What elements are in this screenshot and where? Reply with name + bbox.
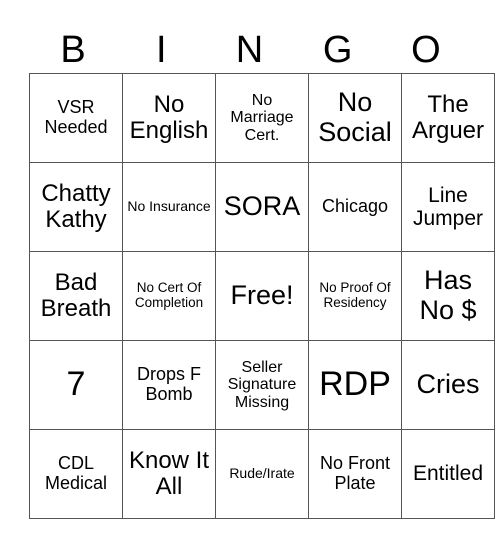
bingo-cell[interactable]: Chicago <box>308 162 402 252</box>
bingo-cell[interactable]: Entitled <box>401 429 495 519</box>
bingo-header: B I N G O <box>29 28 470 72</box>
bingo-cell[interactable]: Seller Signature Missing <box>215 340 309 430</box>
bingo-cell[interactable]: Bad Breath <box>29 251 123 341</box>
bingo-row: CDL Medical Know It All Rude/Irate No Fr… <box>29 429 495 519</box>
bingo-row: Chatty Kathy No Insurance SORA Chicago L… <box>29 162 495 252</box>
bingo-row: VSR Needed No English No Marriage Cert. … <box>29 73 495 163</box>
bingo-cell[interactable]: Know It All <box>122 429 216 519</box>
bingo-cell[interactable]: The Arguer <box>401 73 495 163</box>
bingo-cell[interactable]: SORA <box>215 162 309 252</box>
bingo-cell[interactable]: Has No $ <box>401 251 495 341</box>
bingo-card: VSR Needed No English No Marriage Cert. … <box>29 73 495 519</box>
bingo-cell[interactable]: No Marriage Cert. <box>215 73 309 163</box>
bingo-cell[interactable]: No Cert Of Completion <box>122 251 216 341</box>
bingo-cell[interactable]: No English <box>122 73 216 163</box>
bingo-cell[interactable]: RDP <box>308 340 402 430</box>
bingo-cell[interactable]: No Social <box>308 73 402 163</box>
bingo-cell[interactable]: No Insurance <box>122 162 216 252</box>
bingo-row: Bad Breath No Cert Of Completion Free! N… <box>29 251 495 341</box>
bingo-cell[interactable]: Cries <box>401 340 495 430</box>
free-space-cell[interactable]: Free! <box>215 251 309 341</box>
bingo-cell[interactable]: Drops F Bomb <box>122 340 216 430</box>
bingo-cell[interactable]: No Proof Of Residency <box>308 251 402 341</box>
bingo-cell[interactable]: CDL Medical <box>29 429 123 519</box>
header-letter-g: G <box>322 29 353 71</box>
bingo-cell[interactable]: 7 <box>29 340 123 430</box>
header-letter-o: O <box>411 29 441 71</box>
bingo-cell[interactable]: VSR Needed <box>29 73 123 163</box>
bingo-cell[interactable]: Rude/Irate <box>215 429 309 519</box>
header-letter-n: N <box>235 29 264 71</box>
bingo-cell[interactable]: No Front Plate <box>308 429 402 519</box>
header-letter-b: B <box>60 29 86 71</box>
header-letter-i: I <box>156 29 167 71</box>
bingo-row: 7 Drops F Bomb Seller Signature Missing … <box>29 340 495 430</box>
bingo-cell[interactable]: Chatty Kathy <box>29 162 123 252</box>
bingo-cell[interactable]: Line Jumper <box>401 162 495 252</box>
